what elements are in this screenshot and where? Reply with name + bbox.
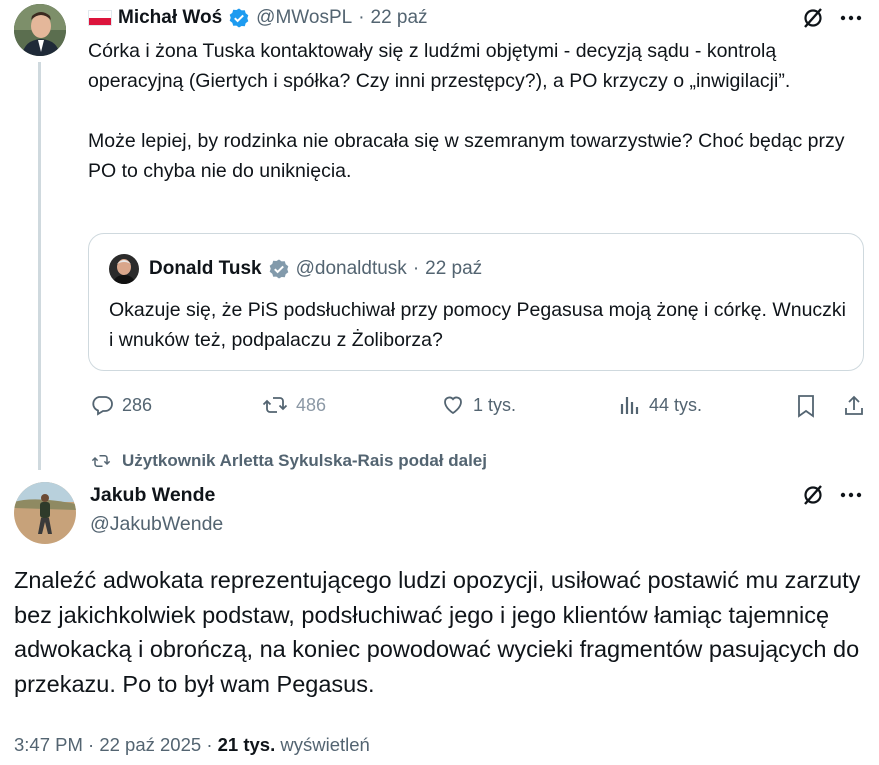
repost-button[interactable]: 486 [262,393,326,417]
like-button[interactable]: 1 tys. [441,393,516,417]
tweet2-meta: 3:47 PM · 22 paź 2025 · 21 tys. wyświetl… [14,732,370,758]
tweet2-body: Znaleźć adwokata reprezentującego ludzi … [14,567,861,697]
thread-line [38,62,41,470]
quoted-tweet-body: Okazuje się, że PiS podsłuchiwał przy po… [109,299,846,351]
views-button[interactable]: 44 tys. [619,393,702,417]
author-name[interactable]: Jakub Wende [90,482,215,508]
verified-badge-icon [268,258,290,280]
view-count: 21 tys. [217,734,276,755]
grok-icon[interactable] [800,482,826,508]
quoted-tweet-card[interactable]: Donald Tusk @donaldtusk · 22 paź Okazuje… [88,233,864,371]
bookmark-icon [798,395,814,418]
separator: · [358,7,365,28]
heart-icon [444,396,462,415]
verified-badge-icon [228,7,250,29]
author-handle[interactable]: @JakubWende [90,511,223,537]
tweet1-header: Michał Woś @MWosPL · 22 paź [88,5,428,31]
more-options-icon[interactable] [838,482,864,508]
avatar-donald-tusk [109,254,139,284]
like-count: 1 tys. [473,394,517,415]
timestamp[interactable]: 3:47 PM · 22 paź 2025 · [14,734,218,755]
bookmark-button[interactable] [794,393,818,419]
repost-icon [91,455,111,467]
quoted-author-name[interactable]: Donald Tusk [149,258,262,280]
tweet1-paragraph-1: Córka i żona Tuska kontaktowały się z lu… [88,40,791,92]
tweet-date[interactable]: 22 paź [371,7,428,29]
repost-banner: Użytkownik Arletta Sykulska-Rais podał d… [90,451,487,471]
share-button[interactable] [842,393,866,419]
avatar-michal-wos[interactable] [14,4,66,56]
tweet1-paragraph-2: Może lepiej, by rodzinka nie obracała si… [88,130,845,182]
repost-count: 486 [296,394,327,415]
view-count: 44 tys. [649,394,703,415]
analytics-icon [620,397,639,414]
share-icon [845,395,863,415]
reply-count: 286 [122,394,153,415]
more-options-icon[interactable] [838,5,864,31]
repost-banner-text[interactable]: Użytkownik Arletta Sykulska-Rais podał d… [122,451,487,471]
views-label: wyświetleń [275,734,370,755]
avatar-jakub-wende[interactable] [14,482,76,544]
poland-flag-icon [88,10,112,26]
tweet1-body: Córka i żona Tuska kontaktowały się z lu… [88,36,868,186]
quoted-author-handle[interactable]: @donaldtusk [296,258,407,280]
quoted-tweet-date[interactable]: 22 paź [425,258,482,280]
reply-button[interactable]: 286 [90,393,152,417]
author-handle[interactable]: @MWosPL [256,7,352,29]
repost-icon [262,397,288,413]
author-name[interactable]: Michał Woś [118,7,222,29]
grok-icon[interactable] [800,5,826,31]
reply-icon [92,396,113,416]
separator: · [412,258,420,279]
